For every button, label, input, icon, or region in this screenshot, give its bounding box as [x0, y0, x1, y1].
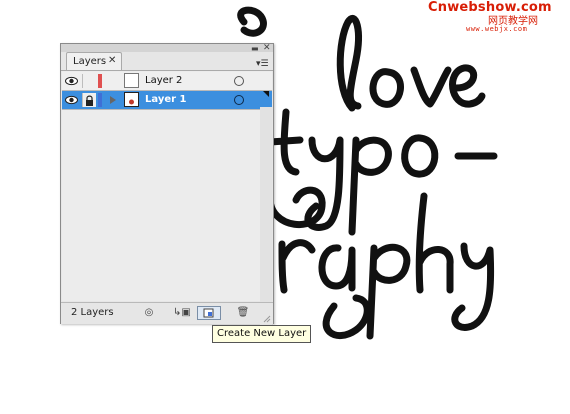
tooltip: Create New Layer [212, 325, 312, 343]
letter-r [278, 239, 316, 294]
eye-icon[interactable] [65, 94, 78, 106]
letter-y [304, 136, 344, 231]
letter-o [369, 68, 404, 108]
layer-count: 2 Layers [71, 307, 114, 318]
letter-h [415, 192, 454, 294]
panel-menu-icon[interactable]: ▾☰ [256, 59, 269, 69]
tab-layers-label: Layers [73, 56, 107, 67]
vertical-scrollbar[interactable] [260, 107, 272, 327]
layer-name[interactable]: Layer 1 [145, 94, 186, 105]
layer-color-indicator [98, 74, 102, 88]
selection-indicator-icon [263, 91, 269, 97]
resize-grip-icon[interactable] [261, 313, 271, 323]
lock-toggle[interactable] [82, 93, 96, 107]
collapse-icon[interactable]: ▬ [251, 44, 259, 53]
letter-y2 [451, 242, 495, 331]
layer-thumbnail [124, 73, 139, 88]
make-clipping-mask-icon[interactable]: ◎ [141, 306, 157, 320]
panel-footer: 2 Layers ◎ ↳▣ 🗑 [61, 302, 273, 324]
lock-icon [86, 95, 93, 106]
layers-panel: ▬ ✕ Layers ✕ ▾☰ Layer 2 Layer 1 2 Layers… [60, 43, 274, 327]
letter-t [266, 108, 304, 176]
eye-icon[interactable] [65, 75, 78, 87]
letter-l [336, 14, 362, 112]
layer-row[interactable]: Layer 2 [62, 72, 272, 91]
lock-toggle[interactable] [82, 74, 96, 88]
flourish-stroke [237, 6, 267, 37]
expand-triangle-icon[interactable] [110, 96, 116, 104]
layer-name[interactable]: Layer 2 [145, 75, 182, 86]
create-sublayer-icon[interactable]: ↳▣ [173, 306, 191, 320]
tab-layers[interactable]: Layers ✕ [66, 52, 122, 71]
letter-a [318, 244, 356, 292]
close-icon[interactable]: ✕ [108, 55, 116, 66]
create-new-layer-icon [203, 308, 214, 318]
target-icon[interactable] [234, 76, 244, 86]
target-icon[interactable] [234, 95, 244, 105]
layer-row-selected[interactable]: Layer 1 [62, 91, 272, 110]
panel-close-icon[interactable]: ✕ [263, 43, 271, 53]
letter-o2 [401, 134, 439, 178]
layers-list: Layer 2 Layer 1 [62, 71, 272, 327]
thumbnail-preview-icon [129, 99, 134, 105]
layer-color-indicator [98, 93, 102, 107]
letter-v [410, 66, 452, 108]
create-new-layer-button[interactable] [197, 306, 221, 320]
layer-thumbnail [124, 92, 139, 107]
bottom-loop [322, 294, 371, 340]
delete-layer-icon[interactable]: 🗑 [235, 306, 251, 320]
panel-titlebar[interactable] [61, 44, 273, 52]
letter-p2 [366, 243, 411, 340]
letter-p [348, 136, 392, 236]
letter-e [449, 64, 486, 108]
